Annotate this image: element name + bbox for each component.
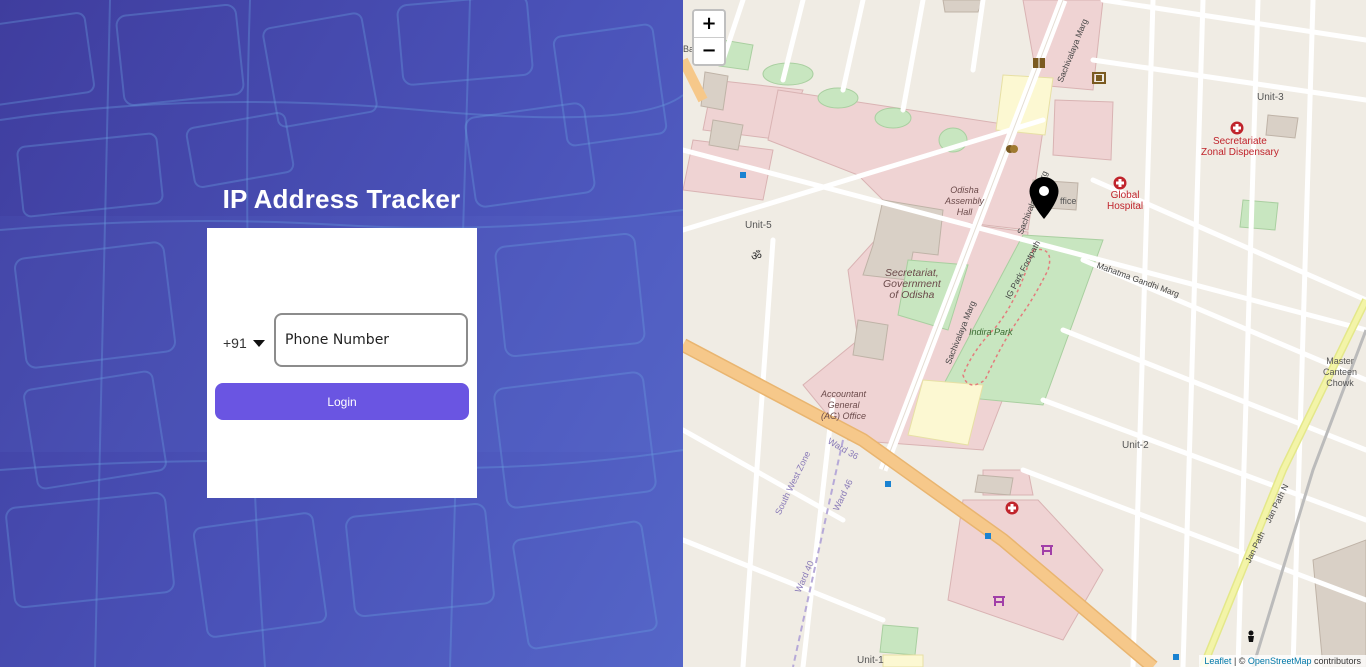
zoom-out-button[interactable]: − [694, 38, 724, 64]
map-label-unit3: Unit-3 [1257, 92, 1284, 103]
country-code-label: +91 [223, 335, 247, 351]
temple-icon: ॐ [751, 249, 762, 262]
login-panel: IP Address Tracker +91 Login [0, 0, 683, 667]
statue-icon [1248, 630, 1254, 642]
leaflet-link[interactable]: Leaflet [1204, 656, 1231, 666]
map-label-unit1: Unit-1 [857, 655, 884, 666]
market-icon [1041, 545, 1053, 555]
map-label-global-hospital: Global Hospital [1107, 190, 1144, 212]
phone-number-input[interactable] [274, 313, 468, 367]
page-title: IP Address Tracker [222, 184, 461, 214]
svg-text:ॐ: ॐ [751, 249, 762, 262]
country-code-dropdown[interactable]: +91 [223, 332, 265, 354]
hospital-cross-icon [1113, 176, 1127, 190]
map-view[interactable]: ॐ Unit-3 Unit-5 Unit-2 Unit-1 Secretaria… [683, 0, 1366, 667]
market-icon [993, 596, 1005, 606]
login-button[interactable]: Login [215, 383, 469, 420]
login-card: +91 Login [207, 228, 477, 498]
cinema-icon [1092, 72, 1106, 84]
map-label-assembly-hall: Odisha Assembly Hall [945, 185, 985, 217]
map-label-ag-office: Accountant General (AG) Office [821, 389, 867, 421]
map-label-office-partial: ffice [1060, 196, 1077, 206]
zoom-in-button[interactable]: + [694, 11, 724, 38]
attribution-contributors: contributors [1311, 656, 1361, 666]
openstreetmap-link[interactable]: OpenStreetMap [1248, 656, 1312, 666]
attribution-separator: | © [1231, 656, 1248, 666]
map-label-secretariat: Secretariat, Government of Odisha [883, 267, 941, 301]
map-label-unit2: Unit-2 [1122, 440, 1149, 451]
map-pin-icon[interactable] [1028, 176, 1060, 220]
hospital-cross-icon [1230, 121, 1244, 135]
theatre-icon [1006, 145, 1018, 153]
map-label-secretariate-dispensary: Secretariate Zonal Dispensary [1201, 136, 1279, 158]
hospital-cross-icon [1005, 501, 1019, 515]
zoom-control: + − [692, 9, 726, 66]
map-label-indira-park: Indira Park [969, 327, 1013, 337]
map-label-unit5: Unit-5 [745, 220, 772, 231]
library-icon [1033, 58, 1045, 68]
map-label-master-canteen: Master Canteen Chowk [1323, 356, 1358, 388]
caret-down-icon [252, 339, 265, 347]
map-attribution: Leaflet | © OpenStreetMap contributors [1199, 655, 1366, 667]
